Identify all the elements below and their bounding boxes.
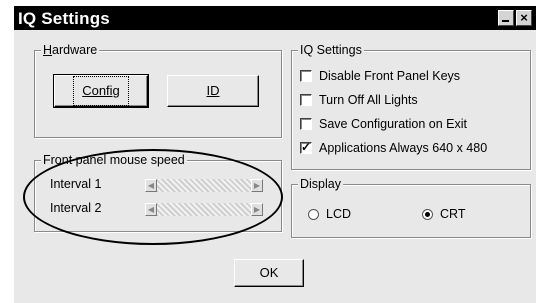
interval2-right-arrow-icon[interactable]: ▶ xyxy=(251,203,263,216)
option-save-configuration[interactable]: Save Configuration on Exit xyxy=(300,117,467,131)
applications-640-checkbox[interactable] xyxy=(300,140,312,154)
window-title: IQ Settings xyxy=(18,9,110,28)
id-button-label: ID xyxy=(206,83,220,98)
title-bar[interactable]: IQ Settings × xyxy=(14,6,536,30)
disable-keys-label: Disable Front Panel Keys xyxy=(319,69,461,83)
interval2-left-arrow-icon[interactable]: ◀ xyxy=(145,203,157,216)
save-config-label: Save Configuration on Exit xyxy=(319,117,468,131)
lcd-radio[interactable] xyxy=(308,208,319,220)
applications-640-label: Applications Always 640 x 480 xyxy=(319,141,488,155)
close-button[interactable]: × xyxy=(516,10,532,26)
interval1-label: Interval 1 xyxy=(50,177,102,191)
interval1-right-arrow-icon[interactable]: ▶ xyxy=(251,179,263,192)
option-applications-640x480[interactable]: Applications Always 640 x 480 xyxy=(300,140,488,155)
interval2-slider[interactable]: ◀ ▶ xyxy=(145,203,263,216)
mouse-speed-legend: Front panel mouse speed xyxy=(41,152,187,168)
ok-button-label: OK xyxy=(259,265,279,280)
iq-settings-legend: IQ Settings xyxy=(298,42,364,58)
save-config-checkbox[interactable] xyxy=(300,118,312,130)
display-group: Display LCD CRT xyxy=(291,176,531,238)
iq-settings-group: IQ Settings Disable Front Panel Keys Tur… xyxy=(291,42,531,170)
option-disable-front-panel-keys[interactable]: Disable Front Panel Keys xyxy=(300,69,460,83)
crt-option[interactable]: CRT xyxy=(422,207,465,221)
minimize-button[interactable] xyxy=(498,10,514,26)
turn-off-lights-label: Turn Off All Lights xyxy=(319,93,418,107)
id-button[interactable]: ID xyxy=(167,75,259,107)
crt-radio[interactable] xyxy=(422,208,433,220)
crt-label: CRT xyxy=(440,207,466,221)
config-button[interactable]: Config xyxy=(53,74,149,108)
iq-settings-dialog: IQ Settings × Hardware Config ID IQ Sett… xyxy=(14,6,536,303)
hardware-group: Hardware Config ID xyxy=(34,42,282,138)
lcd-label: LCD xyxy=(326,207,352,221)
turn-off-lights-checkbox[interactable] xyxy=(300,94,312,106)
mouse-speed-group: Front panel mouse speed Interval 1 ◀ ▶ I… xyxy=(34,152,282,232)
interval1-slider[interactable]: ◀ ▶ xyxy=(145,179,263,192)
display-legend: Display xyxy=(298,176,343,192)
interval1-left-arrow-icon[interactable]: ◀ xyxy=(145,179,157,192)
disable-keys-checkbox[interactable] xyxy=(300,70,312,82)
hardware-legend: Hardware xyxy=(41,42,100,58)
option-turn-off-all-lights[interactable]: Turn Off All Lights xyxy=(300,93,418,107)
ok-button[interactable]: OK xyxy=(234,259,304,287)
lcd-option[interactable]: LCD xyxy=(308,207,351,221)
interval2-label: Interval 2 xyxy=(50,201,102,215)
config-button-label: Config xyxy=(82,83,120,98)
